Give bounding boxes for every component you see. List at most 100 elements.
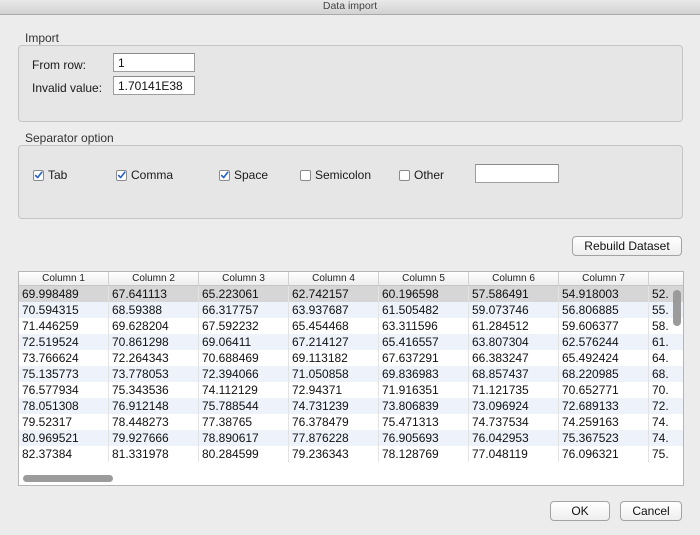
table-cell: 73.096924	[469, 398, 559, 414]
from-row-input[interactable]	[113, 53, 195, 72]
space-check-icon	[219, 169, 230, 181]
table-cell: 71.446259	[19, 318, 109, 334]
column-header[interactable]: Column 4	[289, 272, 379, 286]
table-row[interactable]: 76.577934 75.343536 74.112129 72.94371 71.91…	[19, 382, 683, 398]
table-cell: 69.628204	[109, 318, 199, 334]
table-cell: 77.876228	[289, 430, 379, 446]
table-cell: 70.652771	[559, 382, 649, 398]
table-cell: 72.394066	[199, 366, 289, 382]
table-row[interactable]: 70.594315 68.59388 66.317757 63.937687 61.50…	[19, 302, 683, 318]
table-cell: 74.737534	[469, 414, 559, 430]
table-cell: 68.857437	[469, 366, 559, 382]
table-row[interactable]: 75.135773 73.778053 72.394066 71.050858 69.8…	[19, 366, 683, 382]
table-cell: 81.331978	[109, 446, 199, 462]
table-cell: 70.688469	[199, 350, 289, 366]
tab-checkbox[interactable]: Tab	[33, 168, 67, 182]
table-cell: 74.	[649, 430, 683, 446]
table-cell: 75.135773	[19, 366, 109, 382]
other-separator-input[interactable]	[475, 164, 559, 183]
table-cell: 79.52317	[19, 414, 109, 430]
data-preview-table[interactable]: Column 1 Column 2 Column 3 Column 4 Column 5…	[18, 271, 684, 486]
column-header[interactable]: Column 5	[379, 272, 469, 286]
table-cell: 80.969521	[19, 430, 109, 446]
comma-checkbox[interactable]: Comma	[116, 168, 173, 182]
window-title: Data import	[0, 0, 700, 15]
import-group: From row: Invalid value:	[18, 45, 683, 122]
table-cell: 68.220985	[559, 366, 649, 382]
space-checkbox-label: Space	[234, 168, 269, 182]
table-cell: 75.788544	[199, 398, 289, 414]
column-header[interactable]: Column 7	[559, 272, 649, 286]
table-cell: 72.264343	[109, 350, 199, 366]
table-row[interactable]: 72.519524 70.861298 69.06411 67.214127 65.41…	[19, 334, 683, 350]
comma-checkbox-label: Comma	[131, 168, 174, 182]
import-group-label: Import	[25, 31, 60, 45]
table-cell: 72.689133	[559, 398, 649, 414]
table-cell: 67.637291	[379, 350, 469, 366]
table-cell: 74.259163	[559, 414, 649, 430]
separator-group-label: Separator option	[25, 131, 114, 145]
table-cell: 59.073746	[469, 302, 559, 318]
table-cell: 69.113182	[289, 350, 379, 366]
table-row[interactable]: 69.998489 67.641113 65.223061 62.742157 60.1…	[19, 286, 683, 302]
table-cell: 82.37384	[19, 446, 109, 462]
column-header[interactable]	[649, 272, 683, 286]
table-cell: 69.836983	[379, 366, 469, 382]
semicolon-checkbox[interactable]: Semicolon	[300, 168, 371, 182]
table-cell: 66.317757	[199, 302, 289, 318]
table-cell: 67.641113	[109, 286, 199, 302]
table-cell: 70.861298	[109, 334, 199, 350]
column-header[interactable]: Column 1	[19, 272, 109, 286]
invalid-value-label: Invalid value:	[32, 81, 103, 95]
column-header[interactable]: Column 6	[469, 272, 559, 286]
semicolon-check-icon	[300, 169, 311, 181]
table-cell: 73.806839	[379, 398, 469, 414]
table-cell: 61.	[649, 334, 683, 350]
table-cell: 67.592232	[199, 318, 289, 334]
table-cell: 78.890617	[199, 430, 289, 446]
rebuild-dataset-button[interactable]: Rebuild Dataset	[572, 236, 682, 256]
horizontal-scrollbar[interactable]	[23, 475, 113, 482]
comma-check-icon	[116, 169, 127, 181]
table-body: 69.998489 67.641113 65.223061 62.742157 60.1…	[19, 286, 683, 462]
table-cell: 69.998489	[19, 286, 109, 302]
table-cell: 70.594315	[19, 302, 109, 318]
column-header[interactable]: Column 2	[109, 272, 199, 286]
other-check-icon	[399, 169, 410, 181]
ok-button[interactable]: OK	[550, 501, 610, 521]
table-row[interactable]: 79.52317 78.448273 77.38765 76.378479 75.471…	[19, 414, 683, 430]
table-row[interactable]: 82.37384 81.331978 80.284599 79.236343 78.12…	[19, 446, 683, 462]
table-cell: 71.050858	[289, 366, 379, 382]
cancel-button[interactable]: Cancel	[620, 501, 682, 521]
table-row[interactable]: 73.766624 72.264343 70.688469 69.113182 67.6…	[19, 350, 683, 366]
table-cell: 54.918003	[559, 286, 649, 302]
table-cell: 68.	[649, 366, 683, 382]
table-cell: 74.112129	[199, 382, 289, 398]
table-row[interactable]: 71.446259 69.628204 67.592232 65.454468 63.3…	[19, 318, 683, 334]
table-cell: 65.492424	[559, 350, 649, 366]
invalid-value-input[interactable]	[113, 76, 195, 95]
table-cell: 62.576244	[559, 334, 649, 350]
table-cell: 75.471313	[379, 414, 469, 430]
other-checkbox[interactable]: Other	[399, 168, 444, 182]
separator-group: Tab Comma Space Semicolon Other	[18, 145, 683, 219]
table-cell: 60.196598	[379, 286, 469, 302]
table-cell: 76.378479	[289, 414, 379, 430]
table-cell: 61.505482	[379, 302, 469, 318]
table-cell: 76.096321	[559, 446, 649, 462]
tab-check-icon	[33, 169, 44, 181]
table-cell: 75.367523	[559, 430, 649, 446]
column-header[interactable]: Column 3	[199, 272, 289, 286]
table-cell: 71.916351	[379, 382, 469, 398]
table-cell: 72.94371	[289, 382, 379, 398]
table-row[interactable]: 78.051308 76.912148 75.788544 74.731239 73.8…	[19, 398, 683, 414]
space-checkbox[interactable]: Space	[219, 168, 268, 182]
table-cell: 70.	[649, 382, 683, 398]
vertical-scrollbar[interactable]	[673, 290, 681, 326]
table-row[interactable]: 80.969521 79.927666 78.890617 77.876228 76.9…	[19, 430, 683, 446]
table-cell: 72.519524	[19, 334, 109, 350]
table-cell: 80.284599	[199, 446, 289, 462]
table-cell: 78.448273	[109, 414, 199, 430]
table-cell: 79.236343	[289, 446, 379, 462]
table-cell: 57.586491	[469, 286, 559, 302]
